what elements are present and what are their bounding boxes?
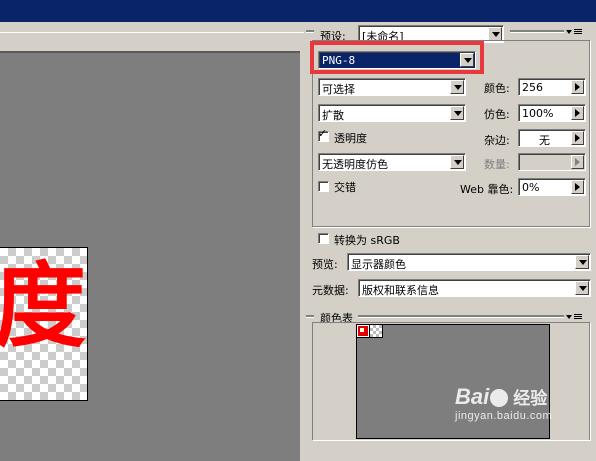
baidu-watermark: Bai 经验 jingyan.baidu.com: [455, 384, 552, 422]
transparency-dither-value: 无透明度仿色: [322, 158, 388, 171]
dither-select[interactable]: 扩散: [318, 104, 466, 122]
amount-field: [518, 153, 586, 171]
watermark-suffix: 经验: [513, 389, 548, 409]
arrow-right-icon[interactable]: [571, 131, 584, 145]
metadata-value: 版权和联系信息: [362, 284, 439, 297]
transparency-checkbox[interactable]: ✓: [318, 127, 329, 142]
transparency-label: 透明度: [334, 132, 367, 145]
web-snap-field[interactable]: 0%: [518, 178, 586, 196]
color-table-menu-icon[interactable]: [566, 312, 586, 322]
preview-select[interactable]: 显示器颜色: [347, 253, 591, 271]
chevron-down-icon[interactable]: [488, 27, 502, 41]
web-snap-label: Web 靠色:: [460, 183, 514, 196]
watermark-logo: Bai: [455, 384, 490, 409]
format-highlight-box: [310, 41, 484, 74]
matte-value: 无: [539, 134, 550, 147]
interlaced-checkbox[interactable]: [318, 181, 329, 192]
preview-image: 度: [0, 247, 88, 401]
panel-separator: [358, 315, 564, 318]
panel-separator: [306, 30, 314, 33]
preview-glyph: 度: [0, 252, 87, 360]
arrow-right-icon: [571, 155, 584, 169]
window-titlebar: [0, 0, 596, 22]
amount-label: 数量:: [484, 158, 510, 171]
transparency-dither-select[interactable]: 无透明度仿色: [318, 153, 466, 171]
watermark-url: jingyan.baidu.com: [455, 410, 553, 422]
color-swatch-transparent[interactable]: [370, 325, 383, 338]
dither-amount-field[interactable]: 100%: [518, 104, 586, 122]
preview-canvas[interactable]: 度: [0, 51, 300, 461]
panel-separator: [306, 315, 314, 318]
chevron-down-icon[interactable]: [575, 281, 589, 295]
color-swatch-red[interactable]: [357, 325, 370, 338]
colors-value: 256: [522, 81, 543, 94]
preview-divider: [0, 32, 304, 33]
interlaced-label: 交错: [334, 181, 356, 194]
chevron-down-icon[interactable]: [575, 255, 589, 269]
chevron-down-icon[interactable]: [450, 155, 464, 169]
preview-value: 显示器颜色: [351, 258, 406, 271]
dither-value: 扩散: [322, 109, 344, 122]
dither-amount-label: 仿色:: [484, 108, 510, 121]
matte-field[interactable]: 无: [518, 129, 586, 147]
arrow-right-icon[interactable]: [571, 106, 584, 120]
panel-separator: [510, 30, 564, 33]
reduction-select[interactable]: 可选择: [318, 78, 466, 96]
chevron-down-icon[interactable]: [450, 106, 464, 120]
colors-field[interactable]: 256: [518, 78, 586, 96]
arrow-right-icon[interactable]: [571, 80, 584, 94]
chevron-down-icon[interactable]: [450, 80, 464, 94]
reduction-value: 可选择: [322, 83, 355, 96]
checkmark-icon: ✓: [318, 127, 328, 140]
panel-menu-icon[interactable]: [566, 27, 586, 37]
dither-amount-value: 100%: [522, 107, 554, 120]
colors-label: 颜色:: [484, 82, 510, 95]
metadata-select[interactable]: 版权和联系信息: [358, 279, 591, 297]
matte-label: 杂边:: [484, 134, 510, 147]
canvas-edge: [0, 51, 300, 53]
web-snap-value: 0%: [522, 181, 540, 194]
preview-label: 预览:: [312, 258, 338, 271]
convert-srgb-checkbox[interactable]: [318, 233, 329, 244]
metadata-label: 元数据:: [312, 284, 349, 297]
arrow-right-icon[interactable]: [571, 180, 584, 194]
convert-srgb-label: 转换为 sRGB: [334, 234, 400, 247]
paw-icon: [490, 389, 509, 408]
